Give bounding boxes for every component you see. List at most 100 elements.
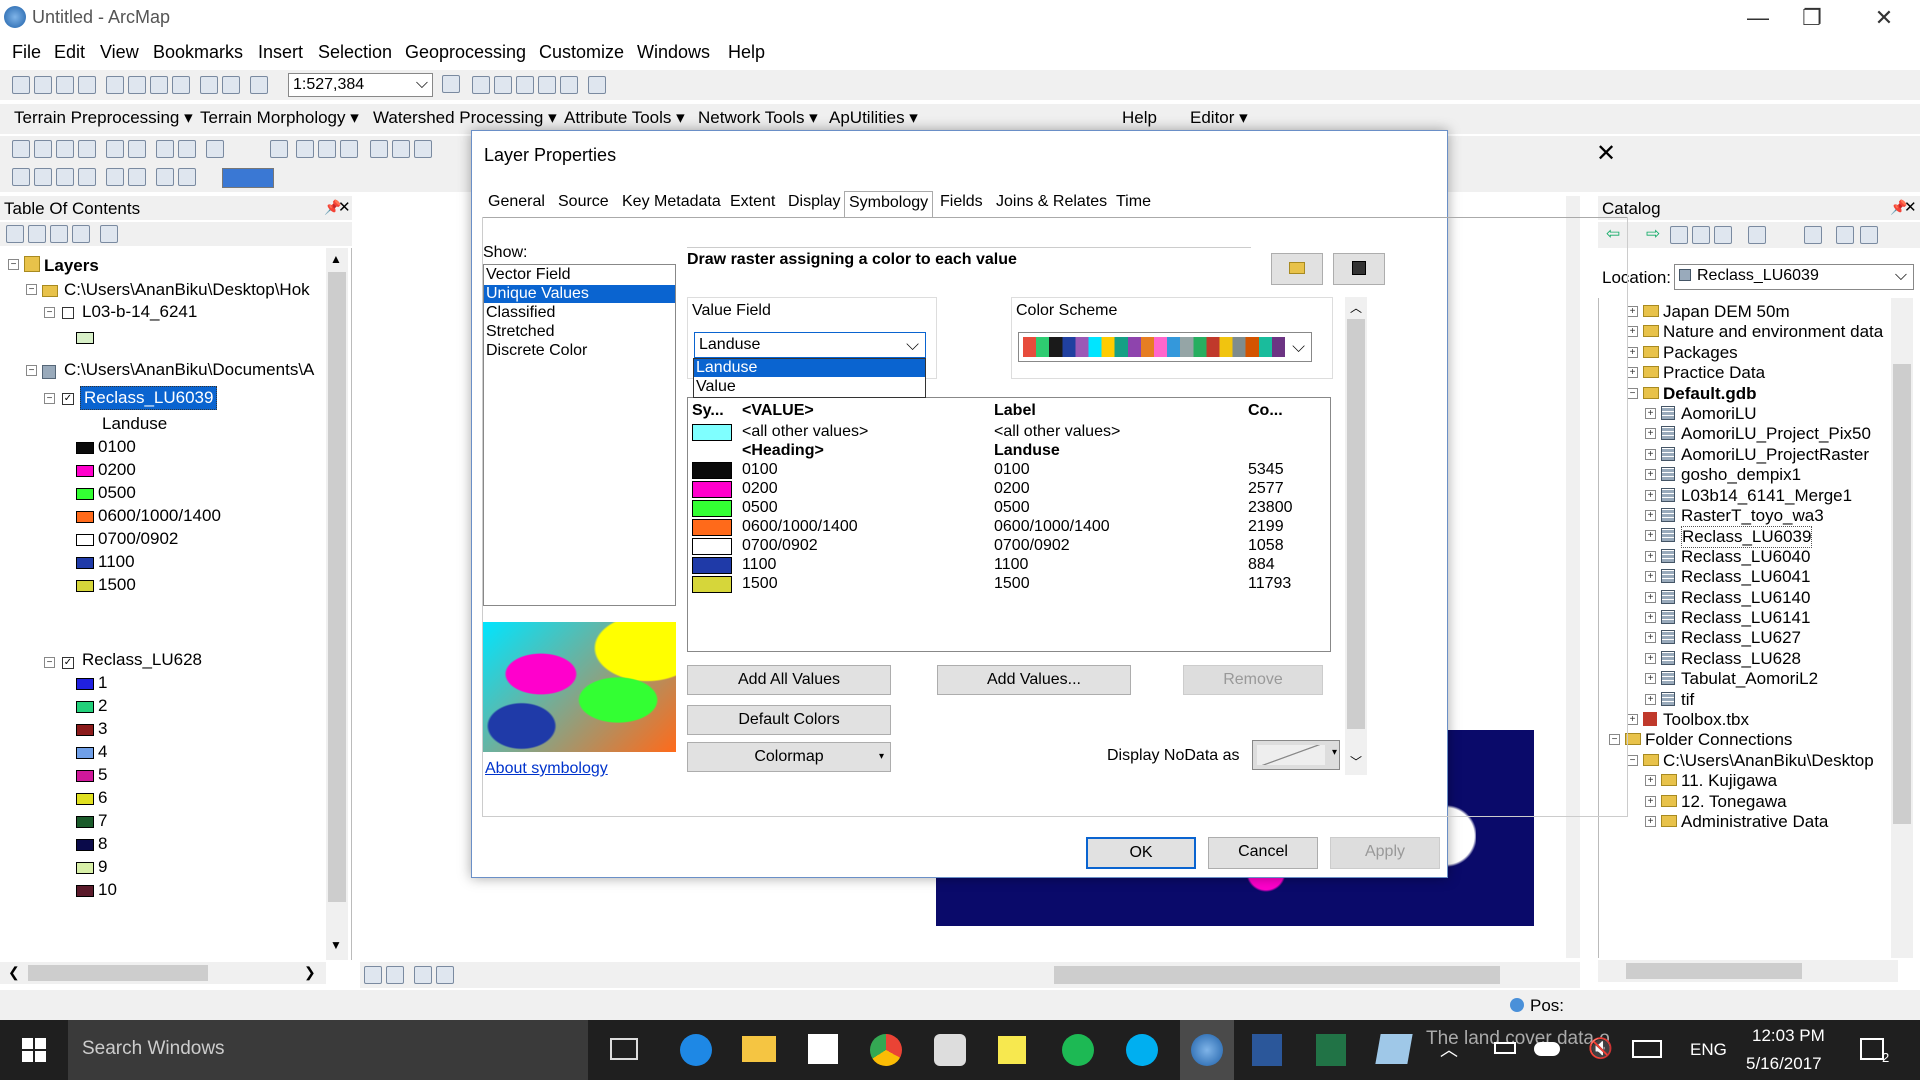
tab-display[interactable]: Display	[784, 191, 844, 217]
tab-joins-relates[interactable]: Joins & Relates	[992, 191, 1111, 217]
pan-icon[interactable]	[56, 140, 74, 158]
label-cell[interactable]: 0200	[994, 480, 1030, 498]
column-symbol[interactable]: Sy...	[692, 402, 724, 420]
tab-extent[interactable]: Extent	[726, 191, 779, 217]
notification-icon[interactable]	[1860, 1038, 1884, 1060]
volume-icon[interactable]: 🔇	[1588, 1036, 1613, 1061]
tab-time[interactable]: Time	[1112, 191, 1155, 217]
lu628-class-label[interactable]: 9	[98, 857, 107, 877]
home-folder-icon[interactable]	[1692, 226, 1710, 244]
catalog-expander[interactable]: +	[1645, 775, 1656, 787]
menu-selection[interactable]: Selection	[318, 42, 392, 63]
list-by-selection-icon[interactable]	[72, 225, 90, 243]
back-extent-icon[interactable]	[156, 140, 174, 158]
layers-expander[interactable]: −	[8, 259, 19, 270]
cat-scroll-thumb[interactable]	[1893, 364, 1911, 824]
attribute-tools-menu[interactable]: Attribute Tools ▾	[564, 108, 685, 128]
redo-icon[interactable]	[222, 76, 240, 94]
chevron-up-icon[interactable]: ︿	[1440, 1036, 1458, 1062]
catalog-item[interactable]: Reclass_LU6040	[1681, 547, 1810, 567]
tab-fields[interactable]: Fields	[936, 191, 987, 217]
georef-icon-1[interactable]	[12, 168, 30, 186]
lu628-class-label[interactable]: 3	[98, 719, 107, 739]
cut-icon[interactable]	[106, 76, 124, 94]
show-item-vector-field[interactable]: Vector Field	[486, 266, 570, 284]
catalog-item[interactable]: C:\Users\AnanBiku\Desktop	[1663, 751, 1874, 771]
delete-icon[interactable]	[172, 76, 190, 94]
catalog-expander[interactable]: +	[1645, 489, 1656, 501]
layers-label[interactable]: Layers	[44, 256, 99, 276]
catalog-expander[interactable]: +	[1645, 428, 1656, 440]
catalog-expander[interactable]: +	[1645, 795, 1656, 807]
catalog-close-icon[interactable]: ✕	[1904, 198, 1917, 216]
scroll-down-icon[interactable]: ▼	[330, 938, 342, 952]
show-item-unique-values[interactable]: Unique Values	[484, 285, 675, 303]
save-layer-button[interactable]	[1333, 253, 1385, 285]
georef-icon-7[interactable]	[156, 168, 174, 186]
view-options-icon[interactable]	[1748, 226, 1766, 244]
menu-view[interactable]: View	[100, 42, 139, 63]
catalog-expander[interactable]: +	[1627, 346, 1638, 358]
catalog-expander[interactable]: +	[1645, 469, 1656, 481]
close-window-button[interactable]: ✕	[1864, 4, 1904, 32]
value-cell[interactable]: 0600/1000/1400	[742, 518, 858, 536]
menu-help[interactable]: Help	[728, 42, 765, 63]
georef-icon-8[interactable]	[178, 168, 196, 186]
value-cell[interactable]: 0100	[742, 461, 778, 479]
snipping-tool-icon[interactable]	[934, 1034, 966, 1066]
value-cell[interactable]: 1100	[742, 556, 776, 574]
value-symbol-swatch[interactable]	[692, 538, 732, 555]
list-by-visibility-icon[interactable]	[50, 225, 68, 243]
value-symbol-swatch[interactable]	[692, 462, 732, 479]
scroll-right-icon[interactable]: ❯	[304, 964, 316, 981]
value-symbol-swatch[interactable]	[692, 500, 732, 517]
group1-path[interactable]: C:\Users\AnanBiku\Desktop\Hok	[64, 280, 326, 300]
list-by-drawing-order-icon[interactable]	[6, 225, 24, 243]
toolbox-icon[interactable]	[1836, 226, 1854, 244]
tab-symbology[interactable]: Symbology	[844, 191, 934, 217]
chrome-icon[interactable]	[870, 1034, 902, 1066]
about-symbology-link[interactable]: About symbology	[485, 760, 608, 778]
catalog-expander[interactable]: +	[1627, 306, 1638, 317]
arccatalog-icon[interactable]	[1375, 1034, 1413, 1064]
toc-vertical-scrollbar[interactable]: ▲ ▼	[326, 248, 348, 960]
label-cell[interactable]: 0500	[994, 499, 1030, 517]
catalog-item[interactable]: Folder Connections	[1645, 730, 1792, 750]
windows-start-icon[interactable]	[22, 1038, 46, 1062]
catalog-expander[interactable]: +	[1645, 448, 1656, 460]
scroll-thumb[interactable]	[328, 272, 346, 902]
catalog-expander[interactable]: +	[1645, 816, 1656, 827]
sticky-notes-icon[interactable]	[998, 1036, 1026, 1064]
symbology-scrollbar[interactable]: ︿ ﹀	[1345, 297, 1367, 775]
forward-extent-icon[interactable]	[178, 140, 196, 158]
catalog-item[interactable]: Toolbox.tbx	[1663, 710, 1749, 730]
zoom-out-icon[interactable]	[34, 140, 52, 158]
connect-folder-icon[interactable]	[1714, 226, 1732, 244]
menu-customize[interactable]: Customize	[539, 42, 624, 63]
new-document-icon[interactable]	[12, 76, 30, 94]
value-field-combo[interactable]: Landuse ⌵	[694, 332, 926, 358]
add-all-values-button[interactable]: Add All Values	[687, 665, 891, 695]
layer2-checkbox[interactable]: ✓	[62, 657, 74, 669]
catalog-item[interactable]: AomoriLU	[1681, 404, 1757, 424]
terrain-morphology-menu[interactable]: Terrain Morphology ▾	[200, 108, 359, 128]
colormap-button[interactable]: Colormap ▾	[687, 742, 891, 772]
default-colors-button[interactable]: Default Colors	[687, 705, 891, 735]
value-symbol-swatch[interactable]	[692, 519, 732, 536]
full-extent-icon[interactable]	[78, 140, 96, 158]
selected-layer-label[interactable]: Reclass_LU6039	[80, 386, 218, 410]
label-cell[interactable]: 0100	[994, 461, 1030, 479]
menu-geoprocessing[interactable]: Geoprocessing	[405, 42, 526, 63]
catalog-expander[interactable]: +	[1645, 408, 1656, 419]
lu6039-class-label[interactable]: 0100	[98, 437, 136, 457]
selected-layer-expander[interactable]: −	[44, 393, 55, 404]
value-symbol-swatch[interactable]	[692, 576, 732, 593]
restore-button[interactable]: ❐	[1792, 4, 1832, 32]
terrain-preprocessing-menu[interactable]: Terrain Preprocessing ▾	[14, 108, 193, 128]
group1-expander[interactable]: −	[26, 284, 37, 295]
model-builder-icon[interactable]	[588, 76, 606, 94]
up-folder-icon[interactable]	[1670, 226, 1688, 244]
undo-icon[interactable]	[200, 76, 218, 94]
value-cell[interactable]: 0500	[742, 499, 778, 517]
menu-insert[interactable]: Insert	[258, 42, 303, 63]
